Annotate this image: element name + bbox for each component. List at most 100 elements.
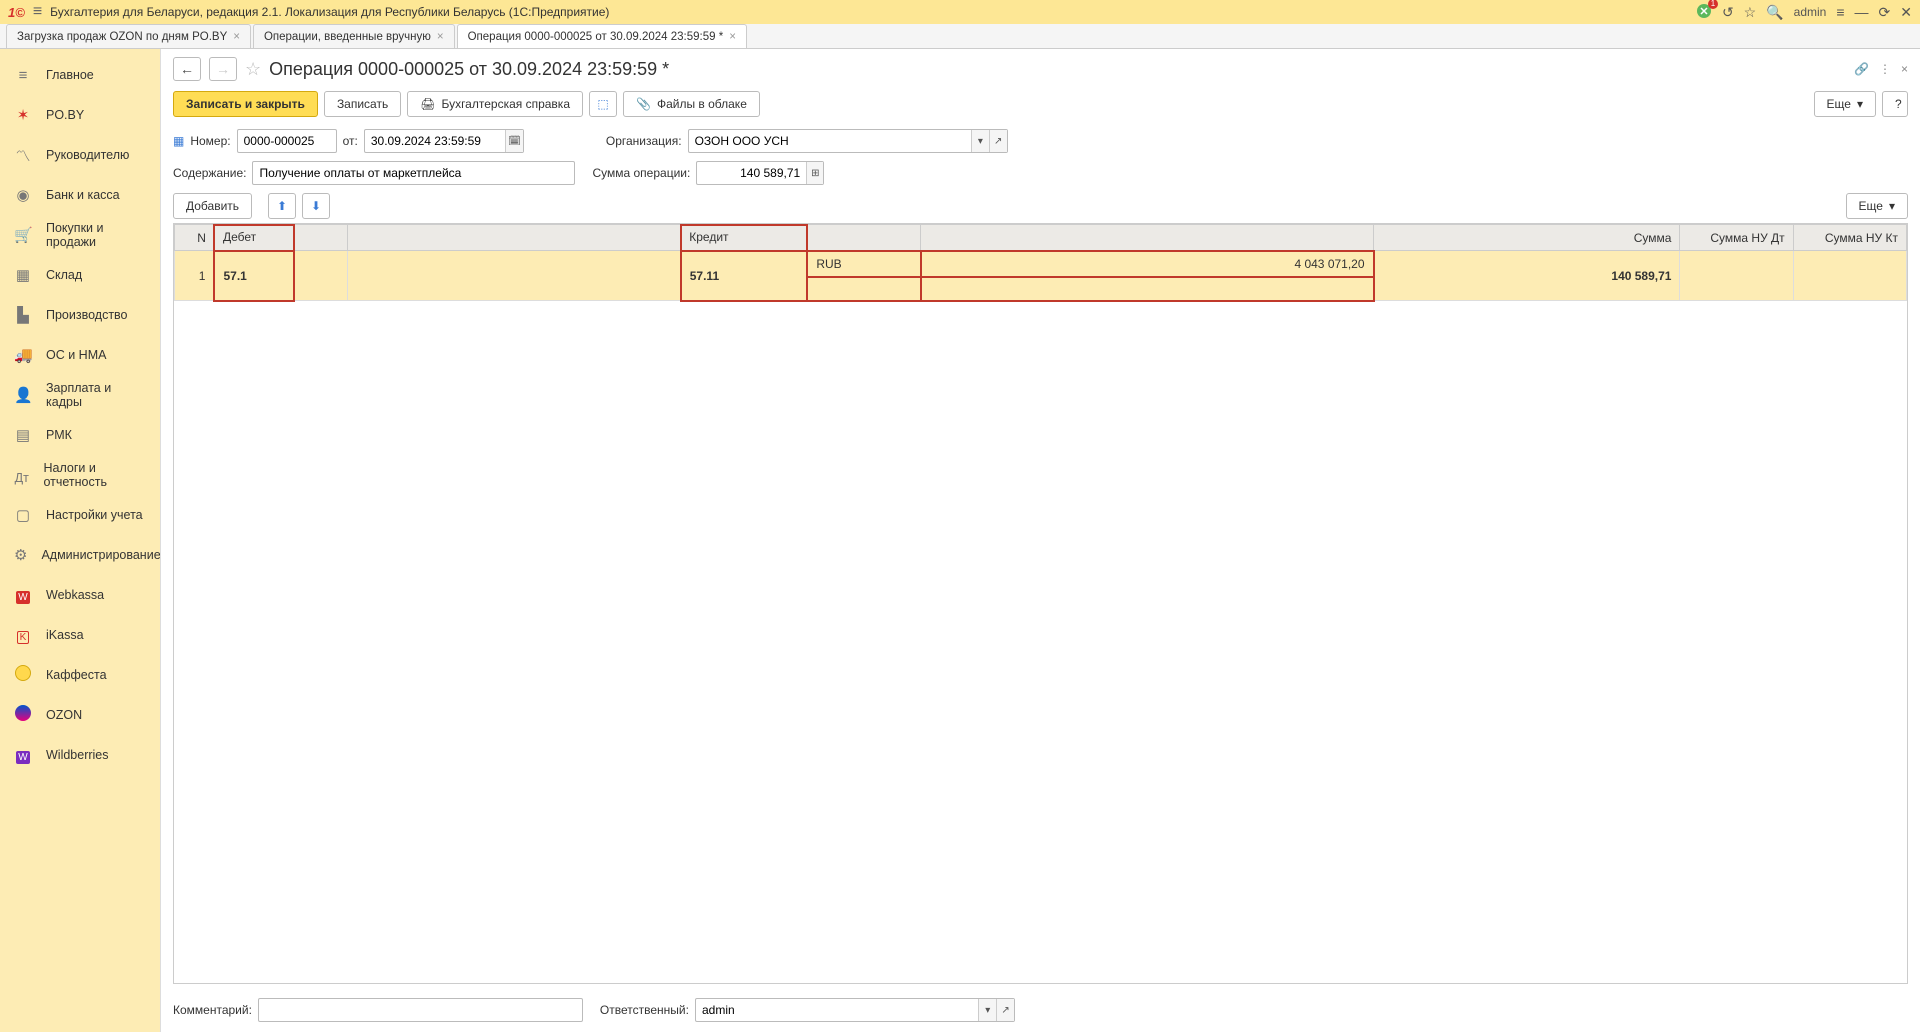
sidebar-item-poby[interactable]: ✶PO.BY (0, 95, 160, 135)
favorite-star-icon[interactable]: ☆ (245, 59, 261, 80)
dtct-icon: ⬚ (597, 97, 608, 111)
save-close-button[interactable]: Записать и закрыть (173, 91, 318, 117)
sidebar-item-rmk[interactable]: ▤РМК (0, 415, 160, 455)
main-content: ← → ☆ Операция 0000-000025 от 30.09.2024… (160, 49, 1920, 1032)
responsible-input[interactable] (696, 999, 978, 1021)
btn-label: Записать и закрыть (186, 97, 305, 111)
col-sum-nu-kt[interactable]: Сумма НУ Кт (1793, 225, 1906, 251)
help-button[interactable]: ? (1882, 91, 1908, 117)
sidebar-item-webkassa[interactable]: WWebkassa (0, 575, 160, 615)
gear-icon: ⚙ (14, 546, 27, 564)
sidebar-item-assets[interactable]: 🚚ОС и НМА (0, 335, 160, 375)
cell-sum[interactable]: 140 589,71 (1374, 251, 1680, 301)
cell-debit-sub1[interactable] (294, 251, 347, 301)
sidebar-item-ozon[interactable]: OZON (0, 695, 160, 735)
comment-input[interactable] (259, 999, 582, 1021)
link-icon[interactable]: 🔗 (1854, 62, 1869, 76)
sidebar-item-main[interactable]: ≡Главное (0, 55, 160, 95)
sidebar-item-kaffesta[interactable]: Каффеста (0, 655, 160, 695)
desc-input[interactable] (253, 162, 574, 184)
sidebar-item-warehouse[interactable]: ▦Склад (0, 255, 160, 295)
cell-sum-nu-dt[interactable] (1680, 251, 1793, 301)
dtct-button[interactable]: ⬚ (589, 91, 617, 117)
favorites-icon[interactable]: ☆ (1744, 4, 1757, 21)
maximize-icon[interactable]: ⟳ (1879, 4, 1891, 21)
files-button[interactable]: 📎Файлы в облаке (623, 91, 760, 117)
close-page-icon[interactable]: × (1901, 62, 1908, 76)
close-icon[interactable]: ✕ (1900, 4, 1912, 21)
search-icon[interactable]: 🔍 (1766, 4, 1783, 21)
save-button[interactable]: Записать (324, 91, 401, 117)
tab-2[interactable]: Операция 0000-000025 от 30.09.2024 23:59… (457, 24, 747, 48)
responsible-input-wrap: ▾ ↗ (695, 998, 1015, 1022)
col-credit[interactable]: Кредит (681, 225, 808, 251)
sidebar-item-wildberries[interactable]: WWildberries (0, 735, 160, 775)
calculator-icon[interactable]: ⊞ (806, 162, 823, 184)
org-input[interactable] (689, 130, 971, 152)
number-input[interactable] (238, 130, 336, 152)
org-open-icon[interactable]: ↗ (989, 130, 1007, 152)
table-row[interactable]: 1 57.1 57.11 RUB 4 043 071,20 140 589,71 (175, 251, 1907, 277)
col-credit-cur[interactable] (807, 225, 920, 251)
tab-close-icon[interactable]: × (729, 31, 736, 43)
nav-forward-button[interactable]: → (209, 57, 237, 81)
cell-credit-acc[interactable]: 57.11 (681, 251, 808, 301)
sidebar-item-sales[interactable]: 🛒Покупки и продажи (0, 215, 160, 255)
add-row-button[interactable]: Добавить (173, 193, 252, 219)
sidebar-item-admin[interactable]: ⚙Администрирование (0, 535, 160, 575)
col-credit-val[interactable] (921, 225, 1374, 251)
responsible-dropdown-icon[interactable]: ▾ (978, 999, 996, 1021)
responsible-open-icon[interactable]: ↗ (996, 999, 1014, 1021)
cell-credit-cur[interactable]: RUB (807, 251, 920, 277)
notifications-icon[interactable]: 1 (1696, 3, 1712, 22)
org-dropdown-icon[interactable]: ▾ (971, 130, 989, 152)
user-name[interactable]: admin (1794, 5, 1827, 19)
history-icon[interactable]: ↺ (1722, 4, 1734, 21)
sidebar-item-bank[interactable]: ◉Банк и касса (0, 175, 160, 215)
sidebar-item-settings[interactable]: ▢Настройки учета (0, 495, 160, 535)
tab-1[interactable]: Операции, введенные вручную × (253, 24, 455, 48)
menu-icon[interactable]: ≡ (33, 3, 42, 21)
print-button[interactable]: 🖨Бухгалтерская справка (407, 91, 583, 117)
sidebar: ≡Главное ✶PO.BY 〽Руководителю ◉Банк и ка… (0, 49, 160, 1032)
doc-type-icon[interactable]: ▦ (173, 134, 184, 148)
tab-label: Операции, введенные вручную (264, 31, 431, 43)
more-button[interactable]: Еще ▾ (1814, 91, 1876, 117)
nav-back-button[interactable]: ← (173, 57, 201, 81)
more-vertical-icon[interactable]: ⋮ (1879, 62, 1891, 76)
col-debit[interactable]: Дебет (214, 225, 294, 251)
cell-debit-sub2[interactable] (348, 251, 681, 301)
sum-label: Сумма операции: (592, 166, 690, 180)
move-down-button[interactable]: ⬇ (302, 193, 330, 219)
btn-label: Записать (337, 97, 388, 111)
cell-n[interactable]: 1 (175, 251, 215, 301)
col-debit-sub2[interactable] (348, 225, 681, 251)
cell-credit-val[interactable]: 4 043 071,20 (921, 251, 1374, 277)
table-more-button[interactable]: Еще ▾ (1846, 193, 1908, 219)
btn-label: Бухгалтерская справка (441, 97, 570, 111)
sum-input[interactable] (697, 162, 806, 184)
tab-close-icon[interactable]: × (437, 31, 444, 43)
tab-0[interactable]: Загрузка продаж OZON по дням PO.BY × (6, 24, 251, 48)
cell-sum-nu-kt[interactable] (1793, 251, 1906, 301)
sidebar-item-production[interactable]: ▙Производство (0, 295, 160, 335)
cell-credit-val2[interactable] (921, 277, 1374, 301)
cell-debit-acc[interactable]: 57.1 (214, 251, 294, 301)
date-input[interactable] (365, 130, 505, 152)
minimize-icon[interactable]: — (1855, 4, 1869, 20)
move-up-button[interactable]: ⬆ (268, 193, 296, 219)
sidebar-item-ikassa[interactable]: KiKassa (0, 615, 160, 655)
col-sum[interactable]: Сумма (1374, 225, 1680, 251)
sidebar-item-hr[interactable]: 👤Зарплата и кадры (0, 375, 160, 415)
col-debit-sub1[interactable] (294, 225, 347, 251)
cell-credit-cur2[interactable] (807, 277, 920, 301)
settings-icon[interactable]: ≡ (1836, 4, 1844, 20)
calendar-icon[interactable]: 🗓 (505, 130, 523, 152)
btn-label: Еще (1859, 199, 1883, 213)
col-sum-nu-dt[interactable]: Сумма НУ Дт (1680, 225, 1793, 251)
col-n[interactable]: N (175, 225, 215, 251)
app-titlebar: 1© ≡ Бухгалтерия для Беларуси, редакция … (0, 0, 1920, 24)
sidebar-item-tax[interactable]: ДтНалоги и отчетность (0, 455, 160, 495)
sidebar-item-manager[interactable]: 〽Руководителю (0, 135, 160, 175)
tab-close-icon[interactable]: × (233, 31, 240, 43)
